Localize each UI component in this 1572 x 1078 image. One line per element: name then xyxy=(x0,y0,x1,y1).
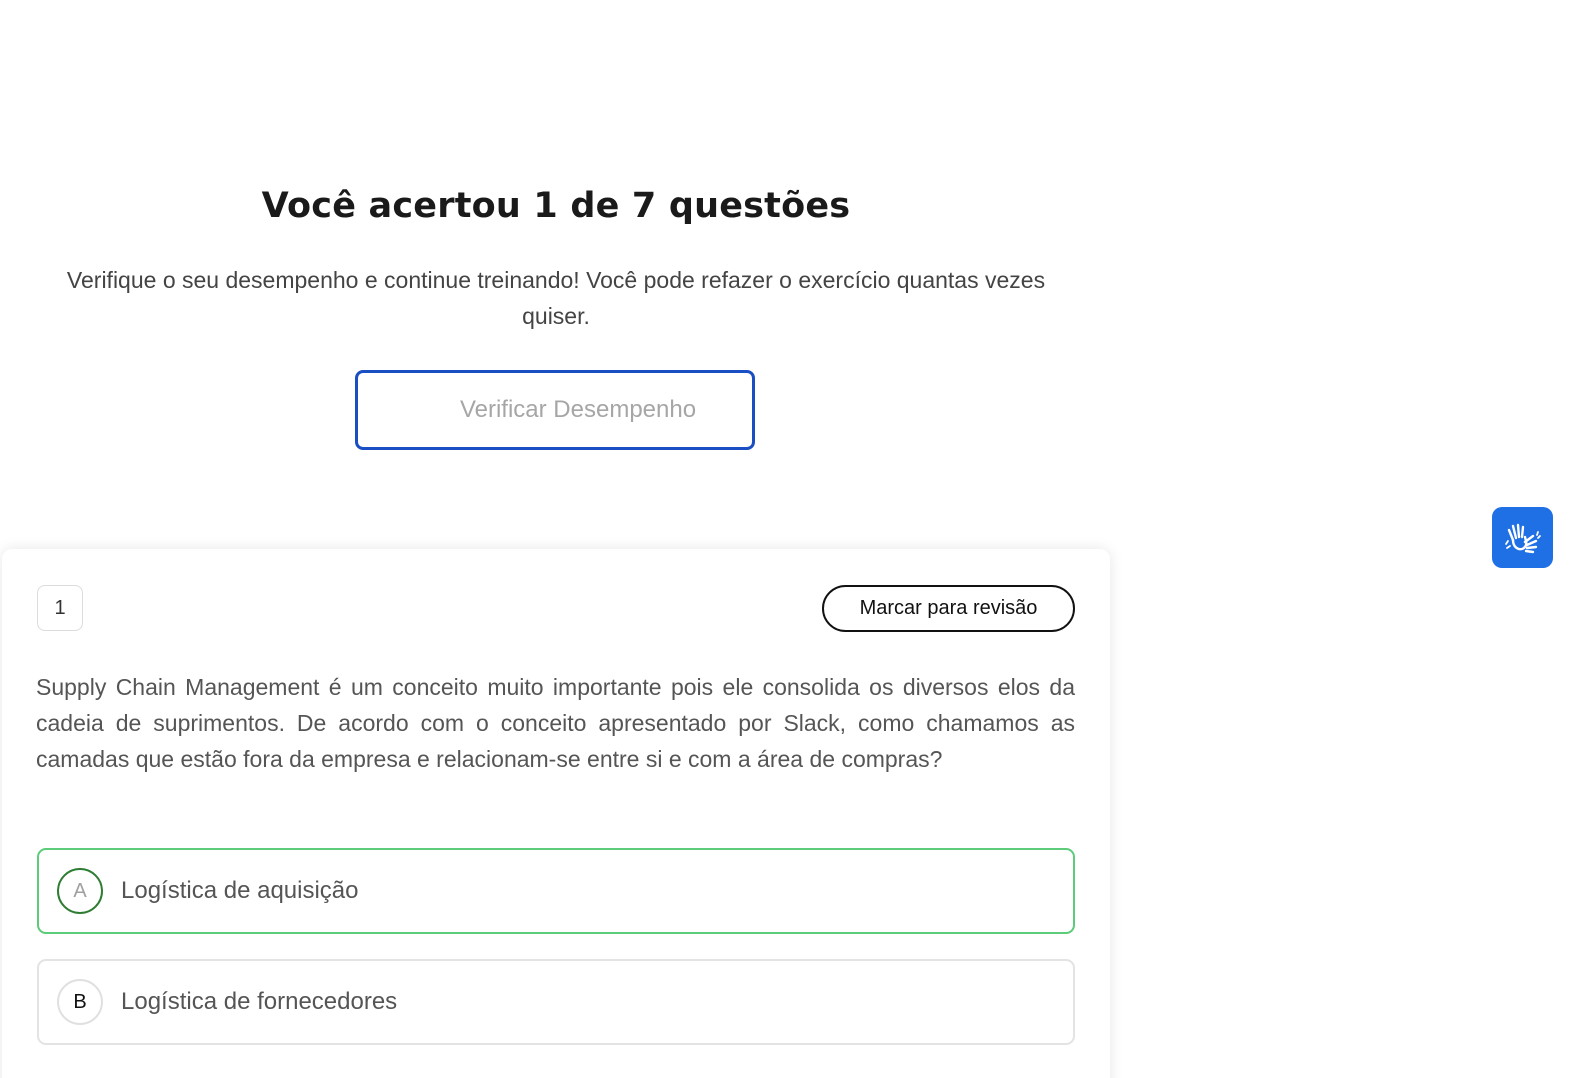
question-card: 1 Marcar para revisão Supply Chain Manag… xyxy=(2,549,1110,1078)
option-letter-b: B xyxy=(57,979,103,1025)
sign-language-button[interactable] xyxy=(1492,507,1553,568)
verify-performance-button[interactable]: Verificar Desempenho xyxy=(355,370,755,450)
option-letter-a: A xyxy=(57,868,103,914)
option-text-b: Logística de fornecedores xyxy=(121,988,398,1015)
sign-language-hands-icon xyxy=(1504,523,1541,553)
option-a[interactable]: A Logística de aquisição xyxy=(37,848,1075,934)
result-subtitle: Verifique o seu desempenho e continue tr… xyxy=(66,267,1046,329)
option-text-a: Logística de aquisição xyxy=(121,877,359,904)
question-number-badge: 1 xyxy=(37,585,83,631)
mark-for-review-button[interactable]: Marcar para revisão xyxy=(822,585,1075,632)
option-b[interactable]: B Logística de fornecedores xyxy=(37,959,1075,1045)
verify-performance-label: Verificar Desempenho xyxy=(459,396,697,423)
question-text: Supply Chain Management é um conceito mu… xyxy=(36,674,1075,772)
page: Você acertou 1 de 7 questões Verifique o… xyxy=(0,0,1572,1078)
result-title: Você acertou 1 de 7 questões xyxy=(261,186,851,226)
